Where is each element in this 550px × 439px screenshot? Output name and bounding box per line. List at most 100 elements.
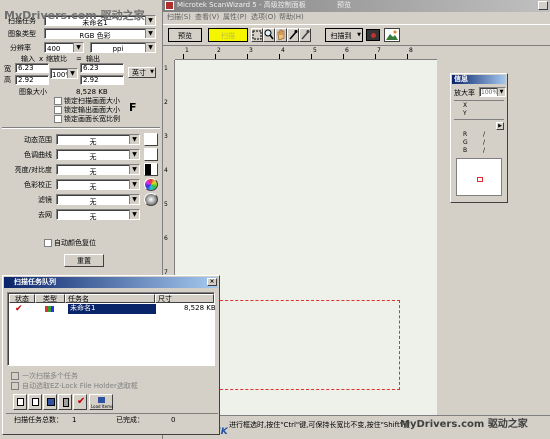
height-output-field[interactable]: 2.92	[80, 75, 124, 85]
ez-lock-checkbox[interactable]	[11, 382, 19, 390]
queue-titlebar[interactable]: 扫描任务队列 ×	[4, 277, 218, 288]
navigator-thumbnail[interactable]	[456, 158, 502, 196]
adjustment-select[interactable]: 无 ▼	[56, 179, 140, 191]
adjustment-select[interactable]: 无 ▼	[56, 134, 140, 146]
ruler-tick	[375, 54, 376, 59]
queue-close-button[interactable]: ×	[207, 278, 217, 286]
width-output-field[interactable]: 6.23	[80, 63, 124, 73]
col-header-name[interactable]: 任务名	[65, 294, 155, 303]
scan-button[interactable]: 扫描	[208, 28, 248, 42]
resolution-unit-select[interactable]: ppi ▼	[90, 42, 156, 53]
copy-icon	[17, 398, 24, 406]
curve-icon[interactable]	[144, 148, 158, 161]
col-header-status[interactable]: 状态	[9, 294, 35, 303]
unit-select[interactable]: 英寸 ▼	[128, 67, 156, 78]
multi-task-checkbox[interactable]	[11, 372, 19, 380]
chart-icon[interactable]	[144, 133, 158, 146]
chevron-down-icon: ▼	[497, 88, 505, 96]
menu-bar: 扫描(S) 查看(V) 属性(P) 选项(O) 帮助(H)	[163, 13, 550, 23]
ruler-tick-label: 2	[164, 99, 168, 106]
color-r-value: /	[483, 131, 486, 138]
chevron-down-icon: ▼	[129, 180, 139, 189]
queue-check-button[interactable]: ✔	[73, 394, 87, 410]
eyedropper-tool-button[interactable]	[287, 28, 299, 42]
queue-save-button[interactable]	[43, 394, 57, 410]
hand-tool-button[interactable]	[275, 28, 287, 42]
info-panel-titlebar[interactable]: 信息	[452, 75, 506, 84]
height-input-field[interactable]: 2.92	[15, 75, 49, 85]
table-row[interactable]: ✔ 未命名1 8,528 KB	[9, 304, 216, 314]
scan-to-button[interactable]: 扫描到 ▼	[325, 28, 363, 42]
queue-delete-button[interactable]	[58, 394, 72, 410]
close-icon: ×	[209, 278, 215, 285]
color-b-value: /	[483, 147, 486, 154]
ruler-tick-label: 6	[164, 235, 168, 242]
menu-item[interactable]: 扫描(S)	[167, 14, 191, 21]
zoom-select[interactable]: 100% ▼	[479, 87, 506, 97]
coord-y-key: Y	[463, 110, 467, 117]
height-label: 高	[4, 76, 11, 84]
lock-aspect-ratio-checkbox[interactable]	[54, 115, 62, 123]
close-button[interactable]: ×	[538, 1, 548, 10]
adjustment-select[interactable]: 无 ▼	[56, 164, 140, 176]
adjustment-select[interactable]: 无 ▼	[56, 149, 140, 161]
window-title-extra: 预览	[337, 1, 351, 9]
menu-item[interactable]: 帮助(H)	[279, 14, 304, 21]
info-divider	[454, 119, 504, 120]
image-type-select[interactable]: RGB 色彩 ▼	[44, 28, 156, 40]
chevron-down-icon: ▼	[145, 16, 155, 25]
lock-ratio-icon[interactable]: F	[129, 102, 137, 113]
ruler-tick	[279, 54, 280, 59]
queue-copy-button[interactable]	[13, 394, 27, 410]
scale-value: 100%	[52, 71, 73, 79]
ruler-tick-label: 4	[281, 47, 285, 54]
frame-tool-button[interactable]	[251, 28, 263, 42]
scan-frame-selection[interactable]	[215, 300, 400, 390]
adjustment-select[interactable]: 无 ▼	[56, 209, 140, 221]
scan-to-label: 扫描到	[330, 32, 352, 40]
menu-item[interactable]: 查看(V)	[195, 14, 219, 21]
queue-footer: 扫描任务总数： 1 已完成： 0	[6, 413, 218, 425]
ruler-tick	[407, 54, 408, 59]
width-input-field[interactable]: 6.23	[15, 63, 49, 73]
color-wheel-icon[interactable]	[144, 178, 158, 191]
ruler-tick-label: 1	[164, 65, 168, 72]
color-g-value: /	[483, 139, 486, 146]
coord-x-key: X	[463, 102, 468, 109]
trash-icon	[63, 398, 69, 407]
auto-color-reset-checkbox[interactable]	[44, 239, 52, 247]
times-sign: x	[39, 55, 44, 63]
adjustment-select[interactable]: 无 ▼	[56, 194, 140, 206]
col-header-size[interactable]: 尺寸	[155, 294, 214, 303]
close-icon: ×	[540, 2, 546, 10]
zoom-tool-button[interactable]	[263, 28, 275, 42]
toolbar: 预览 扫描 扫描到 ▼	[163, 24, 550, 46]
ruler-tick-label: 3	[164, 133, 168, 140]
load-items-button[interactable]: Load Items	[89, 394, 113, 410]
camera-icon[interactable]	[366, 29, 380, 41]
lock-scan-size-checkbox[interactable]	[54, 97, 62, 105]
scan-label: 扫描	[221, 32, 235, 40]
navigator-frame	[477, 177, 483, 182]
adjustment-label: 去网	[38, 211, 52, 219]
menu-item[interactable]: 属性(P)	[223, 14, 247, 21]
eyedropper2-tool-button[interactable]	[299, 28, 311, 42]
resolution-select[interactable]: 400 ▼	[44, 42, 84, 53]
image-icon[interactable]	[384, 28, 400, 42]
filter-icon[interactable]	[144, 193, 158, 206]
queue-new-button[interactable]	[28, 394, 42, 410]
width-input-value: 6.23	[18, 64, 34, 72]
ruler-tick	[247, 54, 248, 59]
app-icon	[165, 1, 174, 10]
image-type-label: 图象类型	[8, 30, 36, 38]
brightness-icon[interactable]	[144, 163, 158, 176]
expand-arrow-button[interactable]: ▶	[496, 122, 504, 130]
preview-button[interactable]: 预览	[168, 28, 202, 42]
menu-item[interactable]: 选项(O)	[251, 14, 276, 21]
ruler-tick	[183, 54, 184, 59]
lock-output-size-checkbox[interactable]	[54, 106, 62, 114]
col-header-type[interactable]: 类型	[35, 294, 65, 303]
image-size-value: 8,528 KB	[76, 88, 108, 96]
reset-button[interactable]: 重置	[64, 254, 104, 267]
scale-select[interactable]: 100% ▼	[50, 68, 78, 79]
